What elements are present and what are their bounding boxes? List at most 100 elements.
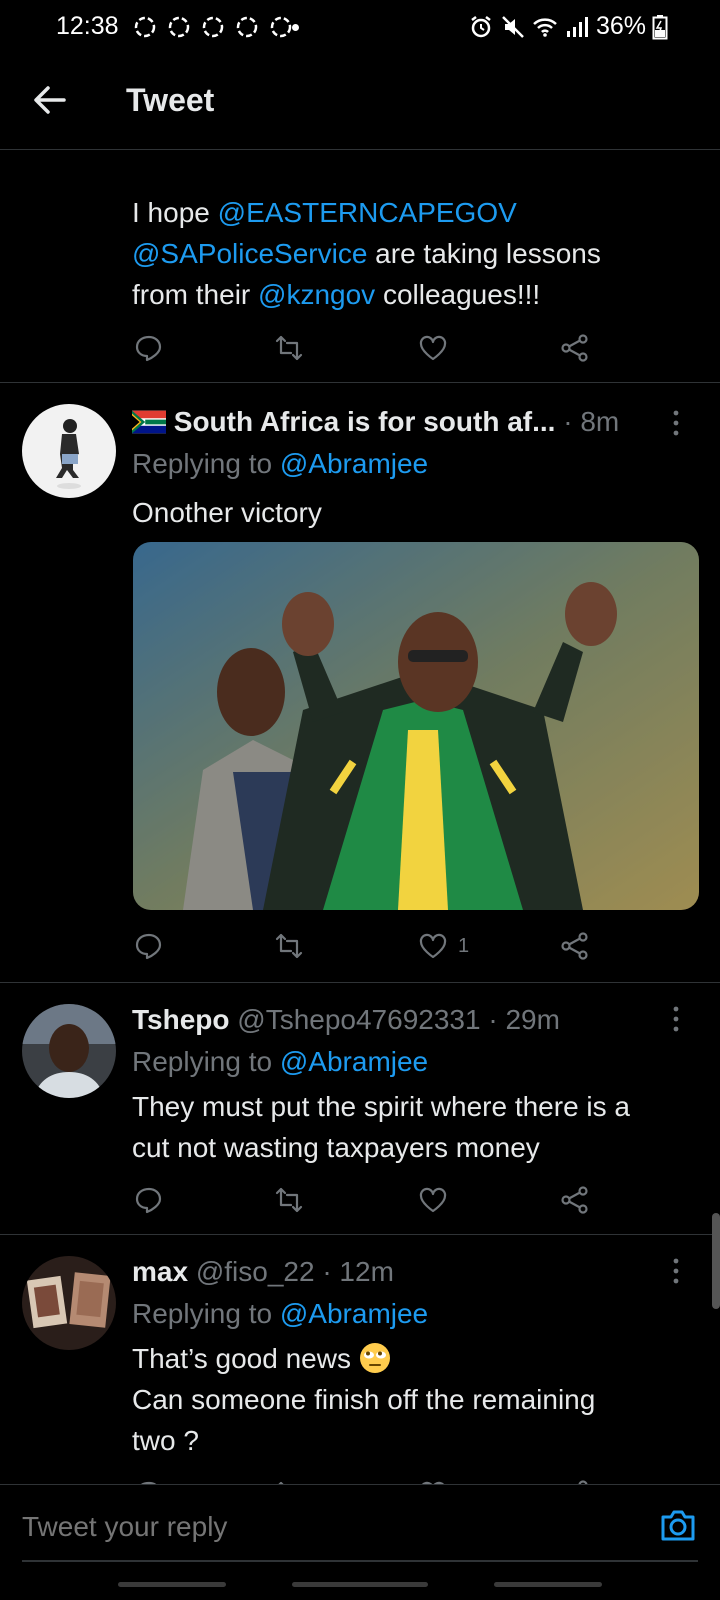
like-button[interactable]: 1 — [418, 926, 469, 966]
divider — [0, 982, 720, 983]
tweet-author-name[interactable]: max — [132, 1256, 188, 1287]
replying-to: Replying to @Abramjee — [132, 1046, 428, 1078]
notification-icons — [130, 14, 296, 38]
replying-to-label: Replying to — [132, 1046, 280, 1077]
tweet-text-line: cut not wasting taxpayers money — [132, 1132, 540, 1163]
notification-icon — [236, 16, 258, 38]
divider — [0, 1234, 720, 1235]
flag-icon — [132, 410, 166, 434]
notification-dot — [292, 24, 299, 31]
share-icon — [561, 334, 588, 362]
tweet-meta: South Africa is for south af... · 8m — [132, 406, 619, 438]
reply-input[interactable] — [22, 1505, 622, 1549]
tweet-text-line: Can someone finish off the remaining — [132, 1384, 596, 1415]
tweet-text-line: two ? — [132, 1425, 199, 1456]
avatar[interactable] — [22, 1004, 116, 1098]
tweet-text-line: That’s good news — [132, 1343, 359, 1374]
avatar-image — [22, 404, 116, 498]
reply-button[interactable] — [134, 926, 164, 966]
like-count: 1 — [458, 934, 470, 957]
share-icon — [561, 932, 588, 960]
tweet-time: · 8m — [563, 406, 620, 437]
tweet-text-part: I hope — [132, 197, 218, 228]
retweet-button[interactable] — [274, 328, 304, 368]
battery-text: 36% — [595, 12, 646, 40]
tweet-meta: max @fiso_22 · 12m — [132, 1256, 394, 1288]
divider — [0, 382, 720, 383]
reply-icon — [135, 933, 162, 960]
system-nav-bar — [0, 1568, 720, 1600]
replying-to-label: Replying to — [132, 1298, 280, 1329]
replying-to: Replying to @Abramjee — [132, 1298, 428, 1330]
mention-link[interactable]: @Abramjee — [280, 1046, 428, 1077]
back-arrow-icon[interactable] — [28, 78, 72, 122]
camera-icon[interactable] — [658, 1505, 698, 1545]
retweet-button[interactable] — [274, 926, 304, 966]
notification-icon — [168, 16, 190, 38]
tweet-text-part: colleagues!!! — [375, 279, 541, 310]
reply-icon — [135, 1187, 162, 1214]
like-icon — [419, 335, 447, 361]
tweet-media-image[interactable] — [133, 542, 699, 910]
reply-button[interactable] — [134, 328, 164, 368]
retweet-button[interactable] — [274, 1474, 304, 1484]
tweet-text: That’s good news Can someone finish off … — [132, 1338, 702, 1461]
tweet-text-part: are taking lessons — [367, 238, 601, 269]
like-icon — [419, 1187, 447, 1213]
mention-link[interactable]: @SAPoliceService — [132, 238, 367, 269]
wifi-icon — [533, 17, 557, 37]
share-icon — [561, 1186, 588, 1214]
tweet-time: · 12m — [322, 1256, 394, 1287]
tweet-author-name[interactable]: South Africa is for south af... — [174, 406, 556, 437]
tweet-author-handle[interactable]: @fiso_22 — [196, 1256, 315, 1287]
mention-link[interactable]: @Abramjee — [280, 1298, 428, 1329]
alarm-icon — [471, 15, 491, 37]
page-title: Tweet — [126, 82, 215, 118]
avatar-image — [22, 1004, 116, 1098]
retweet-icon — [275, 933, 303, 959]
mention-link[interactable]: @EASTERNCAPEGOV — [218, 197, 517, 228]
more-icon[interactable] — [670, 1256, 682, 1286]
retweet-button[interactable] — [274, 1180, 304, 1220]
like-button[interactable] — [418, 1180, 448, 1220]
nav-home-button[interactable] — [292, 1582, 428, 1587]
notification-icon — [202, 16, 224, 38]
nav-recents-button[interactable] — [118, 1582, 226, 1587]
top-bar: Tweet — [0, 52, 720, 150]
share-button[interactable] — [560, 926, 590, 966]
avatar[interactable] — [22, 404, 116, 498]
tweet-meta: Tshepo @Tshepo47692331 · 29m — [132, 1004, 560, 1036]
share-button[interactable] — [560, 1474, 590, 1484]
share-button[interactable] — [560, 1180, 590, 1220]
reply-button[interactable] — [134, 1474, 164, 1484]
share-button[interactable] — [560, 328, 590, 368]
mention-link[interactable]: @kzngov — [258, 279, 375, 310]
status-time: 12:38 — [56, 12, 119, 40]
mention-link[interactable]: @Abramjee — [280, 448, 428, 479]
tweet-time: · 29m — [488, 1004, 560, 1035]
eyes-emoji-icon — [359, 1343, 390, 1373]
media-photo — [133, 542, 699, 910]
status-right: 36% — [468, 12, 668, 41]
avatar[interactable] — [22, 1256, 116, 1350]
reply-button[interactable] — [134, 1180, 164, 1220]
replying-to: Replying to @Abramjee — [132, 448, 428, 480]
tweet-author-handle[interactable]: @Tshepo47692331 — [237, 1004, 480, 1035]
retweet-icon — [275, 1187, 303, 1213]
notification-icon — [134, 16, 156, 38]
battery-icon — [652, 14, 668, 39]
tweet-text: They must put the spirit where there is … — [132, 1086, 702, 1168]
more-icon[interactable] — [670, 1004, 682, 1034]
reply-composer — [0, 1484, 720, 1568]
like-button[interactable] — [418, 328, 448, 368]
avatar-image — [22, 1256, 116, 1350]
tweet-author-name[interactable]: Tshepo — [132, 1004, 229, 1035]
tweet-actions — [132, 328, 612, 368]
more-icon[interactable] — [670, 408, 682, 438]
tweet-actions — [132, 1180, 612, 1220]
scrollbar-thumb[interactable] — [712, 1213, 720, 1309]
nav-back-button[interactable] — [494, 1582, 602, 1587]
tweet-text-part: from their — [132, 279, 259, 310]
reply-input-underline — [22, 1560, 698, 1562]
like-button[interactable] — [418, 1474, 448, 1484]
